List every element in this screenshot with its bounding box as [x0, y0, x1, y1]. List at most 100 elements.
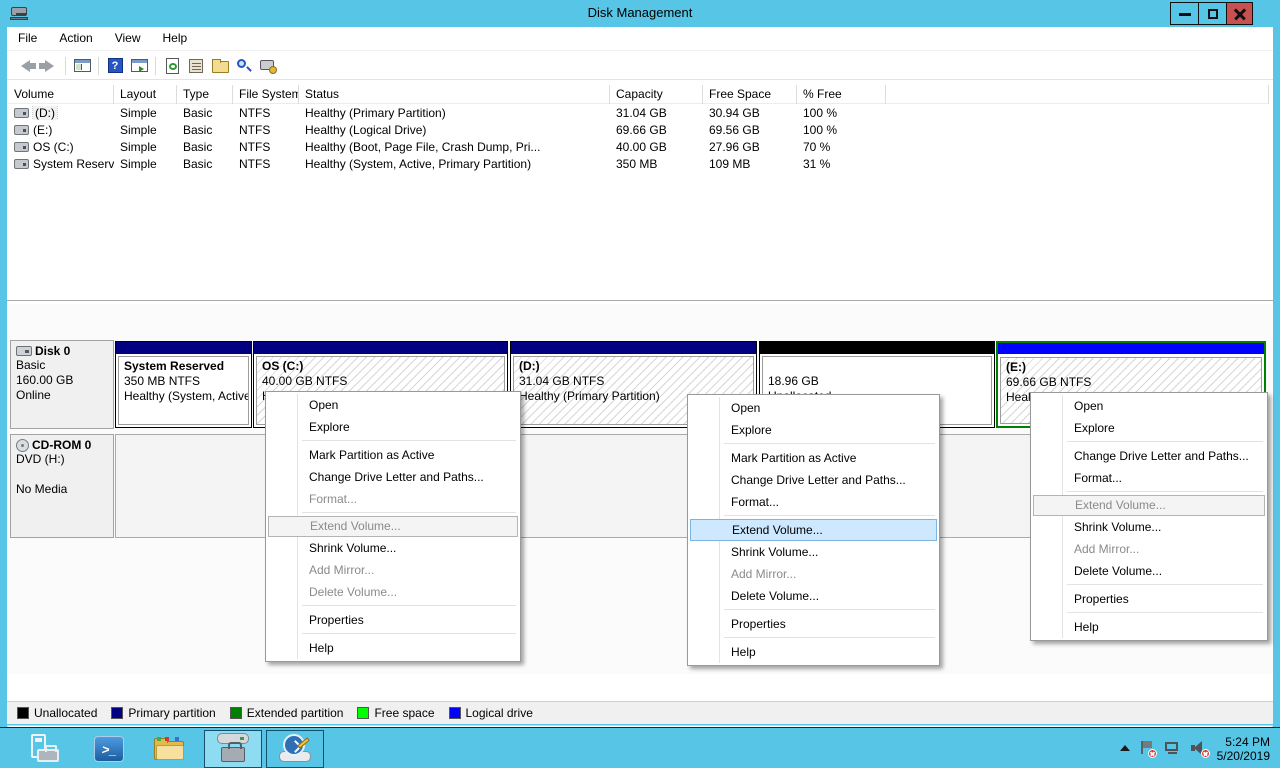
tray-expand-icon[interactable] — [1120, 745, 1130, 751]
partition-tool-icon — [277, 733, 313, 765]
menu-item-open[interactable]: Open — [268, 394, 518, 416]
toolbar: ? — [7, 52, 1273, 80]
table-row-volume-e[interactable]: (E:) Simple Basic NTFS Healthy (Logical … — [8, 121, 1269, 138]
menu-item-delete-volume[interactable]: Delete Volume... — [1033, 560, 1265, 582]
menu-item-mark-partition-active[interactable]: Mark Partition as Active — [268, 444, 518, 466]
minimize-button[interactable] — [1170, 2, 1199, 25]
window-title: Disk Management — [0, 5, 1280, 20]
title-bar: Disk Management — [0, 0, 1280, 27]
disk-settings-icon[interactable] — [256, 55, 280, 77]
disk-icon — [16, 346, 32, 356]
menu-item-properties[interactable]: Properties — [690, 613, 937, 635]
toolbar-separator — [65, 57, 66, 75]
volume-muted-icon[interactable] — [1190, 740, 1208, 756]
file-explorer-icon[interactable] — [146, 730, 192, 768]
legend-unallocated: Unallocated — [17, 706, 97, 720]
desktop: Disk Management FileActionViewHelp ? — [0, 0, 1280, 768]
drive-icon — [14, 108, 29, 118]
menu-item-shrink-volume[interactable]: Shrink Volume... — [268, 537, 518, 559]
menu-item-mark-partition-active[interactable]: Mark Partition as Active — [690, 447, 937, 469]
mute-badge-icon — [1201, 749, 1210, 758]
error-badge-icon — [1148, 749, 1157, 758]
primary-partition-swatch — [111, 707, 123, 719]
menu-item-shrink-volume[interactable]: Shrink Volume... — [690, 541, 937, 563]
column-header-freespace[interactable]: Free Space — [703, 85, 797, 104]
column-header-pctfree[interactable]: % Free — [797, 85, 886, 104]
menu-item-format[interactable]: Format... — [1033, 467, 1265, 489]
action-center-icon[interactable] — [1139, 740, 1155, 756]
drive-icon — [14, 125, 29, 135]
disk-management-taskbar-button[interactable] — [204, 730, 262, 768]
menu-item-delete-volume[interactable]: Delete Volume... — [690, 585, 937, 607]
partition-system-reserved[interactable]: System Reserved 350 MB NTFS Healthy (Sys… — [115, 341, 252, 428]
menu-item-explore[interactable]: Explore — [268, 416, 518, 438]
table-row-volume-d[interactable]: (D:) Simple Basic NTFS Healthy (Primary … — [8, 104, 1269, 121]
column-header-type[interactable]: Type — [177, 85, 233, 104]
drive-icon — [14, 142, 29, 152]
close-button[interactable] — [1226, 2, 1253, 25]
primary-partition-color-bar — [511, 342, 756, 354]
menu-item-open[interactable]: Open — [690, 397, 937, 419]
clock-date: 5/20/2019 — [1217, 749, 1270, 763]
partition-tool-taskbar-button[interactable] — [266, 730, 324, 768]
column-header-volume[interactable]: Volume — [8, 85, 114, 104]
menu-item-extend-volume: Extend Volume... — [268, 516, 518, 537]
menu-item-help[interactable]: Help — [1033, 616, 1265, 638]
help-icon[interactable]: ? — [103, 55, 127, 77]
menu-item-delete-volume: Delete Volume... — [268, 581, 518, 603]
menu-item-add-mirror: Add Mirror... — [690, 563, 937, 585]
extended-partition-swatch — [230, 707, 242, 719]
back-icon[interactable] — [13, 55, 37, 77]
menu-item-open[interactable]: Open — [1033, 395, 1265, 417]
table-row-volume-system-reserved[interactable]: System Reserved Simple Basic NTFS Health… — [8, 155, 1269, 172]
menu-item-properties[interactable]: Properties — [1033, 588, 1265, 610]
menu-item-change-drive-letter[interactable]: Change Drive Letter and Paths... — [268, 466, 518, 488]
unallocated-swatch — [17, 707, 29, 719]
properties-icon[interactable] — [184, 55, 208, 77]
menu-item-explore[interactable]: Explore — [1033, 417, 1265, 439]
menu-item-add-mirror: Add Mirror... — [268, 559, 518, 581]
legend-bar: Unallocated Primary partition Extended p… — [7, 701, 1273, 724]
minimize-icon — [1179, 13, 1191, 16]
menu-item-format[interactable]: Format... — [690, 491, 937, 513]
column-header-layout[interactable]: Layout — [114, 85, 177, 104]
menu-item-help[interactable]: Help — [268, 637, 518, 659]
menu-item-extend-volume-highlighted[interactable]: Extend Volume... — [690, 519, 937, 541]
show-action-pane-icon[interactable] — [127, 55, 151, 77]
table-row-volume-c[interactable]: OS (C:) Simple Basic NTFS Healthy (Boot,… — [8, 138, 1269, 155]
menu-view[interactable]: View — [104, 27, 152, 45]
context-menu-e: Open Explore Change Drive Letter and Pat… — [1030, 392, 1268, 641]
logical-drive-swatch — [449, 707, 461, 719]
menu-item-properties[interactable]: Properties — [268, 609, 518, 631]
menu-item-change-drive-letter[interactable]: Change Drive Letter and Paths... — [1033, 445, 1265, 467]
volume-list-header: Volume Layout Type File System Status Ca… — [8, 85, 1269, 104]
disk0-label-panel[interactable]: Disk 0 Basic 160.00 GB Online — [10, 340, 114, 429]
menu-help[interactable]: Help — [152, 27, 199, 45]
show-console-tree-icon[interactable] — [70, 55, 94, 77]
disk-management-icon — [214, 732, 252, 766]
server-manager-icon[interactable] — [20, 730, 66, 768]
menu-file[interactable]: File — [7, 27, 48, 45]
menu-item-help[interactable]: Help — [690, 641, 937, 663]
cdrom0-label-panel[interactable]: CD-ROM 0 DVD (H:) No Media — [10, 434, 114, 538]
menu-action[interactable]: Action — [48, 27, 103, 45]
network-icon[interactable] — [1164, 740, 1181, 756]
legend-logical-drive: Logical drive — [449, 706, 533, 720]
find-icon[interactable] — [232, 55, 256, 77]
powershell-icon[interactable]: >_ — [86, 730, 132, 768]
volume-list: Volume Layout Type File System Status Ca… — [8, 85, 1269, 172]
column-header-capacity[interactable]: Capacity — [610, 85, 703, 104]
menu-item-shrink-volume[interactable]: Shrink Volume... — [1033, 516, 1265, 538]
column-header-filesystem[interactable]: File System — [233, 85, 299, 104]
toolbar-separator — [155, 57, 156, 75]
open-folder-icon[interactable] — [208, 55, 232, 77]
menu-item-explore[interactable]: Explore — [690, 419, 937, 441]
forward-icon[interactable] — [37, 55, 61, 77]
column-header-status[interactable]: Status — [299, 85, 610, 104]
legend-primary-partition: Primary partition — [111, 706, 215, 720]
menu-item-change-drive-letter[interactable]: Change Drive Letter and Paths... — [690, 469, 937, 491]
refresh-icon[interactable] — [160, 55, 184, 77]
maximize-button[interactable] — [1198, 2, 1227, 25]
menu-item-extend-volume: Extend Volume... — [1033, 495, 1265, 516]
taskbar-clock[interactable]: 5:24 PM 5/20/2019 — [1217, 733, 1270, 763]
